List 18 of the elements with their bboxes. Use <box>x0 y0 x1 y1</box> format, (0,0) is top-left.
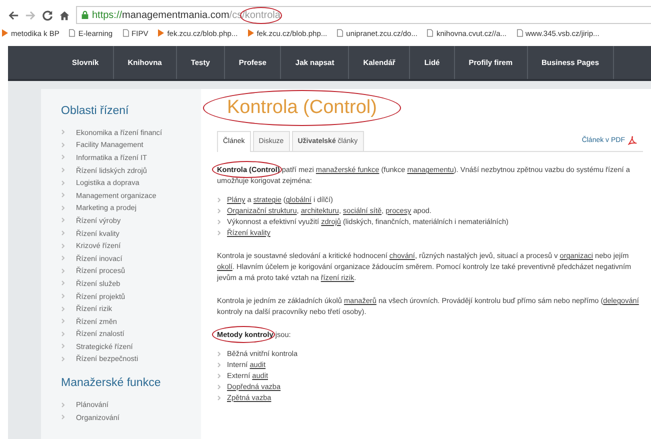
lock-icon <box>81 10 89 20</box>
pdf-icon <box>628 136 637 145</box>
reload-icon[interactable] <box>42 10 53 20</box>
play-icon <box>2 29 8 37</box>
page-icon <box>122 29 129 37</box>
annotation-ellipse <box>212 161 282 178</box>
page-icon <box>337 29 344 37</box>
page-icon <box>516 29 522 37</box>
sidebar-heading: Manažerské funkce <box>61 377 162 390</box>
play-icon <box>248 29 254 37</box>
sidebar-heading: Oblasti řízení <box>61 105 130 117</box>
play-icon <box>158 29 164 37</box>
back-icon[interactable] <box>8 10 19 20</box>
page-icon <box>69 29 76 37</box>
article-title: Kontrola (Control) <box>227 97 377 118</box>
annotation-ellipse <box>212 326 276 343</box>
home-icon[interactable] <box>59 10 70 20</box>
page-icon <box>427 29 434 37</box>
